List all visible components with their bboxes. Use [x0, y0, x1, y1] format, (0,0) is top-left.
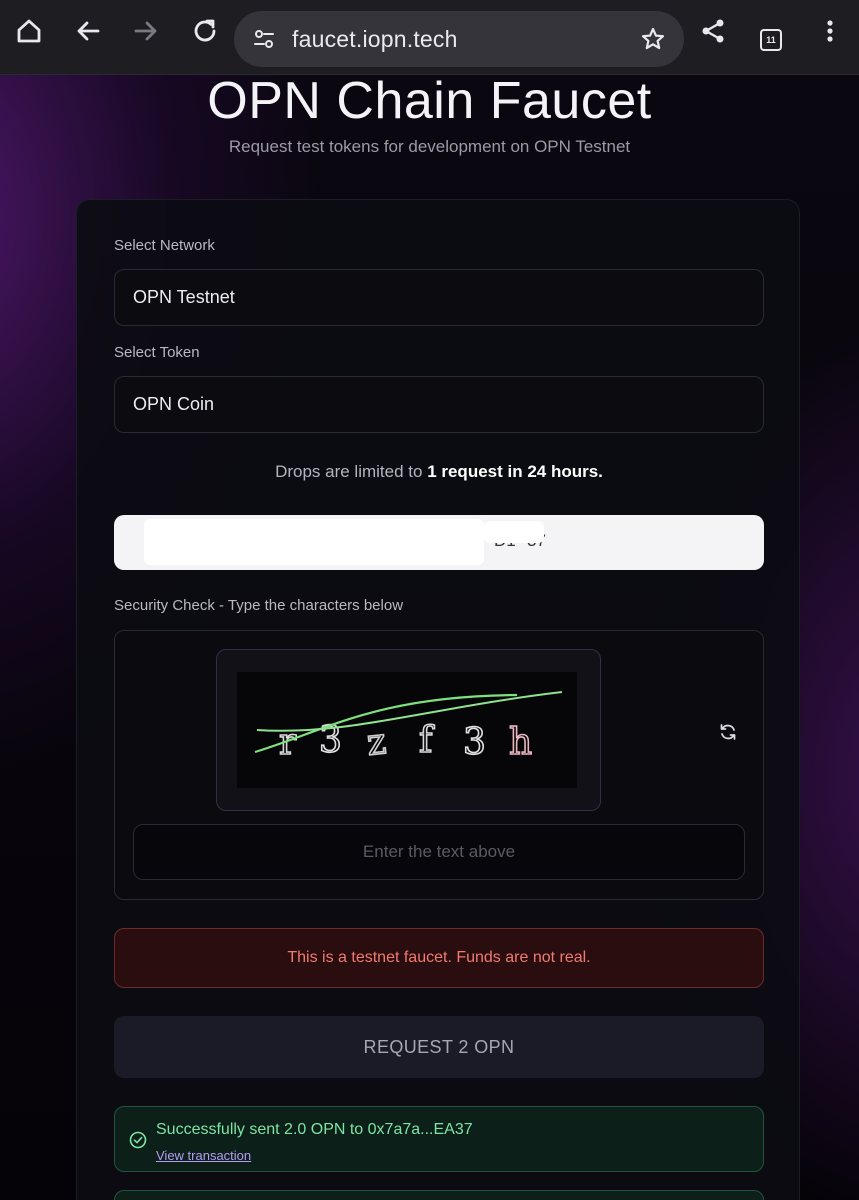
network-select-value: OPN Testnet — [133, 287, 235, 307]
captcha-canvas: r 3 z f 3 h — [237, 672, 577, 788]
captcha-panel: r 3 z f 3 h — [114, 630, 764, 900]
check-circle-icon — [129, 1131, 147, 1154]
wallet-address-input[interactable]: D1··37 — [114, 515, 764, 570]
more-vert-icon[interactable] — [815, 16, 845, 46]
rate-limit-prefix: Drops are limited to — [275, 462, 428, 481]
bookmark-star-icon[interactable] — [640, 26, 666, 57]
view-transaction-link[interactable]: View transaction — [156, 1148, 251, 1163]
token-label: Select Token — [114, 344, 200, 361]
request-tokens-button[interactable]: REQUEST 2 OPN — [114, 1016, 764, 1078]
home-icon[interactable] — [14, 16, 44, 46]
success-message: Successfully sent 2.0 OPN to 0x7a7a...EA… — [156, 1121, 473, 1138]
token-select-value: OPN Coin — [133, 394, 215, 414]
refresh-icon[interactable] — [715, 719, 741, 745]
success-alert: Successfully sent 2.0 OPN to 0x7a7a...EA… — [114, 1106, 764, 1172]
browser-toolbar: faucet.iopn.tech 11 — [0, 0, 859, 75]
forward-arrow-icon[interactable] — [131, 16, 161, 46]
tabs-icon[interactable]: 11 — [760, 29, 782, 51]
back-arrow-icon[interactable] — [73, 16, 103, 46]
rate-limit-strong: 1 request in 24 hours. — [427, 462, 603, 481]
faucet-card: Select Network OPN Testnet Select Token … — [76, 199, 800, 1200]
reload-icon[interactable] — [190, 16, 220, 46]
redaction-mark-small — [484, 521, 544, 543]
page-subtitle: Request test tokens for development on O… — [228, 137, 631, 156]
token-select[interactable]: OPN Coin — [114, 376, 764, 433]
network-select[interactable]: OPN Testnet — [114, 269, 764, 326]
testnet-warning: This is a testnet faucet. Funds are not … — [114, 928, 764, 988]
secondary-alert — [114, 1190, 764, 1200]
captcha-image: r 3 z f 3 h — [216, 649, 601, 811]
url-text: faucet.iopn.tech — [292, 26, 458, 52]
address-bar[interactable]: faucet.iopn.tech — [234, 11, 684, 67]
rate-limit-note: Drops are limited to 1 request in 24 hou… — [77, 462, 801, 482]
share-icon[interactable] — [698, 16, 728, 46]
page-title: OPN Chain Faucet — [207, 75, 652, 130]
security-check-label: Security Check - Type the characters bel… — [114, 597, 404, 614]
testnet-warning-text: This is a testnet faucet. Funds are not … — [287, 949, 591, 966]
captcha-char: f — [419, 720, 435, 761]
captcha-char: 3 — [463, 722, 486, 763]
captcha-char: h — [509, 722, 532, 763]
faucet-page: OPN Chain Faucet Request test tokens for… — [0, 75, 859, 1200]
redaction-mark — [144, 519, 484, 565]
captcha-input[interactable] — [133, 824, 745, 880]
captcha-char: z — [365, 721, 388, 764]
network-label: Select Network — [114, 237, 215, 254]
site-settings-icon[interactable] — [252, 27, 276, 56]
